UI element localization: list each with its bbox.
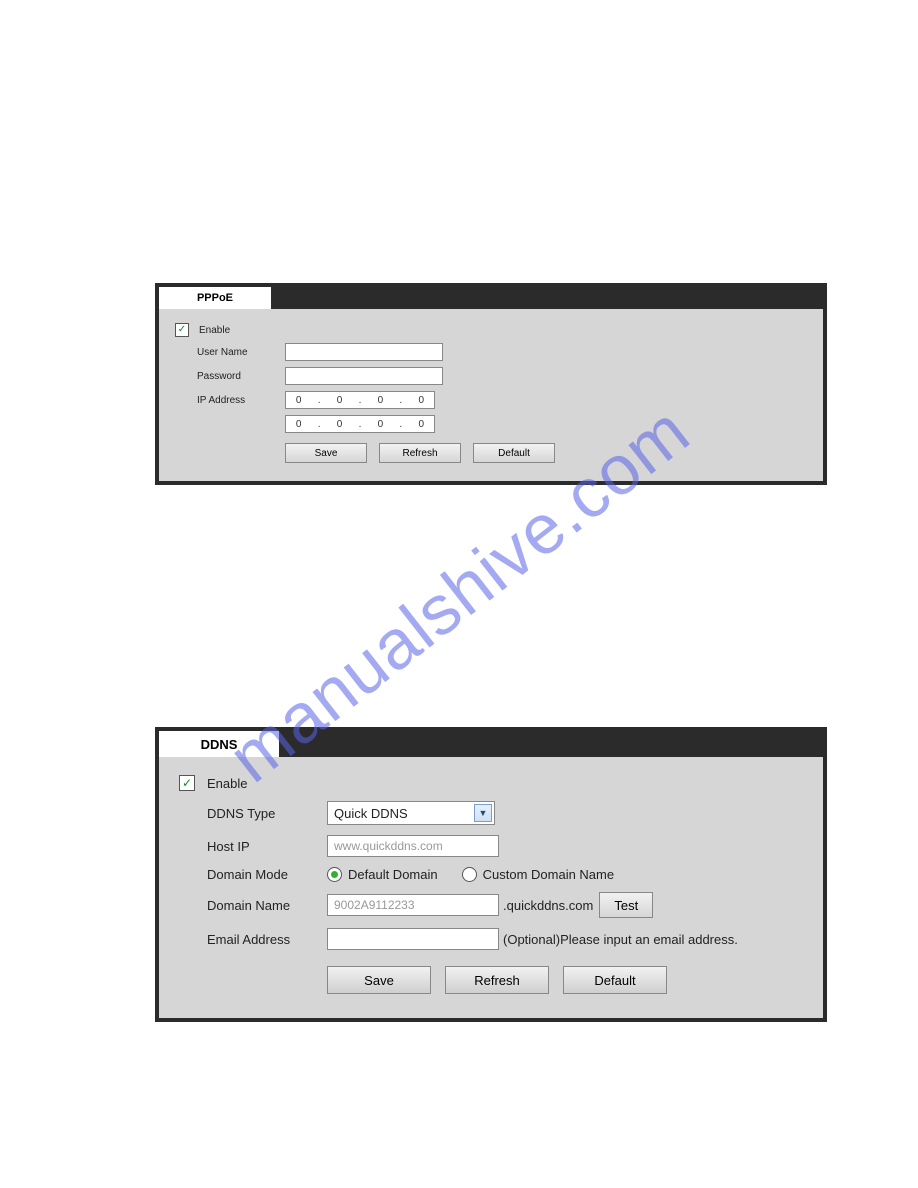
ddns-test-button[interactable]: Test xyxy=(599,892,653,918)
ddns-refresh-button[interactable]: Refresh xyxy=(445,966,549,994)
ddns-email-input[interactable] xyxy=(327,928,499,950)
ddns-mode-custom-label: Custom Domain Name xyxy=(483,867,615,882)
ddns-email-label: Email Address xyxy=(207,932,327,947)
ddns-mode-default-radio[interactable] xyxy=(327,867,342,882)
pppoe-enable-label: Enable xyxy=(199,325,287,336)
pppoe-ip1[interactable]: 0 . 0 . 0 . 0 xyxy=(285,391,435,409)
ip1-a[interactable]: 0 xyxy=(291,395,307,406)
pppoe-body: ✓ Enable User Name Password IP Address 0… xyxy=(159,309,823,481)
ip1-b[interactable]: 0 xyxy=(332,395,348,406)
ddns-enable-checkbox[interactable]: ✓ xyxy=(179,775,195,791)
radio-selected-icon xyxy=(331,871,338,878)
ddns-hostip-label: Host IP xyxy=(207,839,327,854)
ddns-panel: DDNS ✓ Enable DDNS Type Quick DDNS ▼ Hos… xyxy=(155,727,827,1022)
ddns-mode-default-label: Default Domain xyxy=(348,867,438,882)
dot-icon: . xyxy=(316,419,322,430)
dot-icon: . xyxy=(398,419,404,430)
pppoe-panel: PPPoE ✓ Enable User Name Password IP Add… xyxy=(155,283,827,485)
dot-icon: . xyxy=(316,395,322,406)
pppoe-tab-row: PPPoE xyxy=(159,287,823,309)
ip2-a[interactable]: 0 xyxy=(291,419,307,430)
ddns-hostip-input xyxy=(327,835,499,857)
ddns-domainmode-label: Domain Mode xyxy=(207,867,327,882)
ip2-c[interactable]: 0 xyxy=(372,419,388,430)
ddns-mode-custom-radio[interactable] xyxy=(462,867,477,882)
dot-icon: . xyxy=(398,395,404,406)
ddns-domain-suffix: .quickddns.com xyxy=(503,898,593,913)
ip1-c[interactable]: 0 xyxy=(372,395,388,406)
pppoe-ip-label: IP Address xyxy=(197,395,285,406)
pppoe-default-button[interactable]: Default xyxy=(473,443,555,463)
pppoe-password-label: Password xyxy=(197,371,285,382)
ddns-domainname-input xyxy=(327,894,499,916)
pppoe-enable-checkbox[interactable]: ✓ xyxy=(175,323,189,337)
ddns-type-value: Quick DDNS xyxy=(334,806,408,821)
ddns-type-select[interactable]: Quick DDNS ▼ xyxy=(327,801,495,825)
ddns-body: ✓ Enable DDNS Type Quick DDNS ▼ Host IP … xyxy=(159,757,823,1018)
ddns-email-hint: (Optional)Please input an email address. xyxy=(503,932,738,947)
pppoe-save-button[interactable]: Save xyxy=(285,443,367,463)
pppoe-username-input[interactable] xyxy=(285,343,443,361)
chevron-down-icon: ▼ xyxy=(474,804,492,822)
ddns-tab[interactable]: DDNS xyxy=(159,731,279,757)
pppoe-refresh-button[interactable]: Refresh xyxy=(379,443,461,463)
ip1-d[interactable]: 0 xyxy=(413,395,429,406)
ddns-save-button[interactable]: Save xyxy=(327,966,431,994)
ddns-default-button[interactable]: Default xyxy=(563,966,667,994)
ddns-type-label: DDNS Type xyxy=(207,806,327,821)
pppoe-ip2[interactable]: 0 . 0 . 0 . 0 xyxy=(285,415,435,433)
ddns-domainname-label: Domain Name xyxy=(207,898,327,913)
ddns-tab-row: DDNS xyxy=(159,731,823,757)
pppoe-tab[interactable]: PPPoE xyxy=(159,287,271,309)
ddns-enable-label: Enable xyxy=(207,776,247,791)
ip2-b[interactable]: 0 xyxy=(332,419,348,430)
pppoe-username-label: User Name xyxy=(197,347,285,358)
dot-icon: . xyxy=(357,395,363,406)
dot-icon: . xyxy=(357,419,363,430)
ip2-d[interactable]: 0 xyxy=(413,419,429,430)
pppoe-password-input[interactable] xyxy=(285,367,443,385)
